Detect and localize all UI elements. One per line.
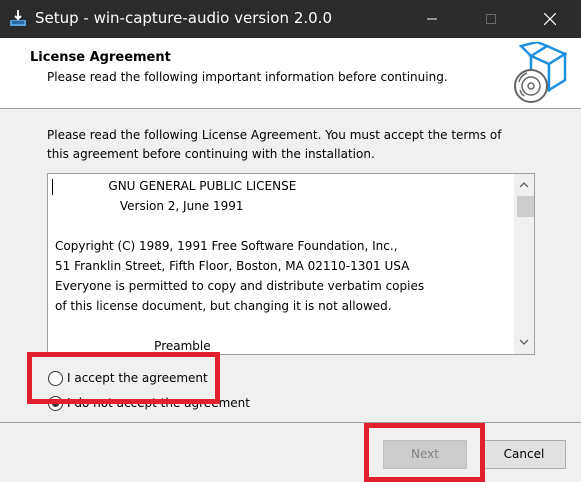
setup-window: Setup - win-capture-audio version 2.0.0 …	[0, 0, 581, 482]
close-button[interactable]	[527, 0, 573, 38]
license-line	[55, 316, 510, 336]
license-text: GNU GENERAL PUBLIC LICENSE Version 2, Ju…	[55, 176, 510, 354]
license-scrollbar[interactable]	[514, 174, 534, 354]
next-highlight-box	[364, 423, 485, 482]
chevron-up-icon	[519, 182, 529, 188]
license-line	[55, 216, 510, 236]
close-icon	[544, 13, 556, 25]
text-caret	[52, 179, 53, 195]
page-title: License Agreement	[30, 50, 171, 65]
license-text-area[interactable]: GNU GENERAL PUBLIC LICENSE Version 2, Ju…	[47, 173, 535, 355]
license-line: Everyone is permitted to copy and distri…	[55, 279, 425, 293]
window-title: Setup - win-capture-audio version 2.0.0	[35, 9, 332, 27]
minimize-icon	[427, 18, 437, 20]
accept-highlight-box	[27, 352, 220, 404]
chevron-down-icon	[519, 339, 529, 345]
cancel-button[interactable]: Cancel	[482, 440, 566, 469]
scroll-down-button[interactable]	[514, 334, 534, 352]
license-line: Version 2, June 1991	[55, 199, 244, 213]
scroll-thumb[interactable]	[517, 196, 534, 217]
maximize-icon	[486, 14, 496, 24]
minimize-button[interactable]	[409, 0, 455, 38]
license-line: GNU GENERAL PUBLIC LICENSE	[55, 179, 297, 193]
setup-box-disc-icon	[514, 42, 567, 103]
license-line: Copyright (C) 1989, 1991 Free Software F…	[55, 239, 398, 253]
installer-app-icon	[10, 10, 26, 26]
wizard-header: License Agreement Please read the follow…	[0, 38, 581, 109]
page-subtitle: Please read the following important info…	[47, 70, 448, 84]
maximize-button[interactable]	[468, 0, 514, 38]
license-instructions: Please read the following License Agreem…	[47, 128, 502, 161]
license-line: of this license document, but changing i…	[55, 299, 392, 313]
license-line: 51 Franklin Street, Fifth Floor, Boston,…	[55, 259, 410, 273]
footer-divider	[0, 422, 581, 423]
scroll-up-button[interactable]	[514, 176, 534, 194]
title-bar[interactable]: Setup - win-capture-audio version 2.0.0	[0, 0, 581, 38]
